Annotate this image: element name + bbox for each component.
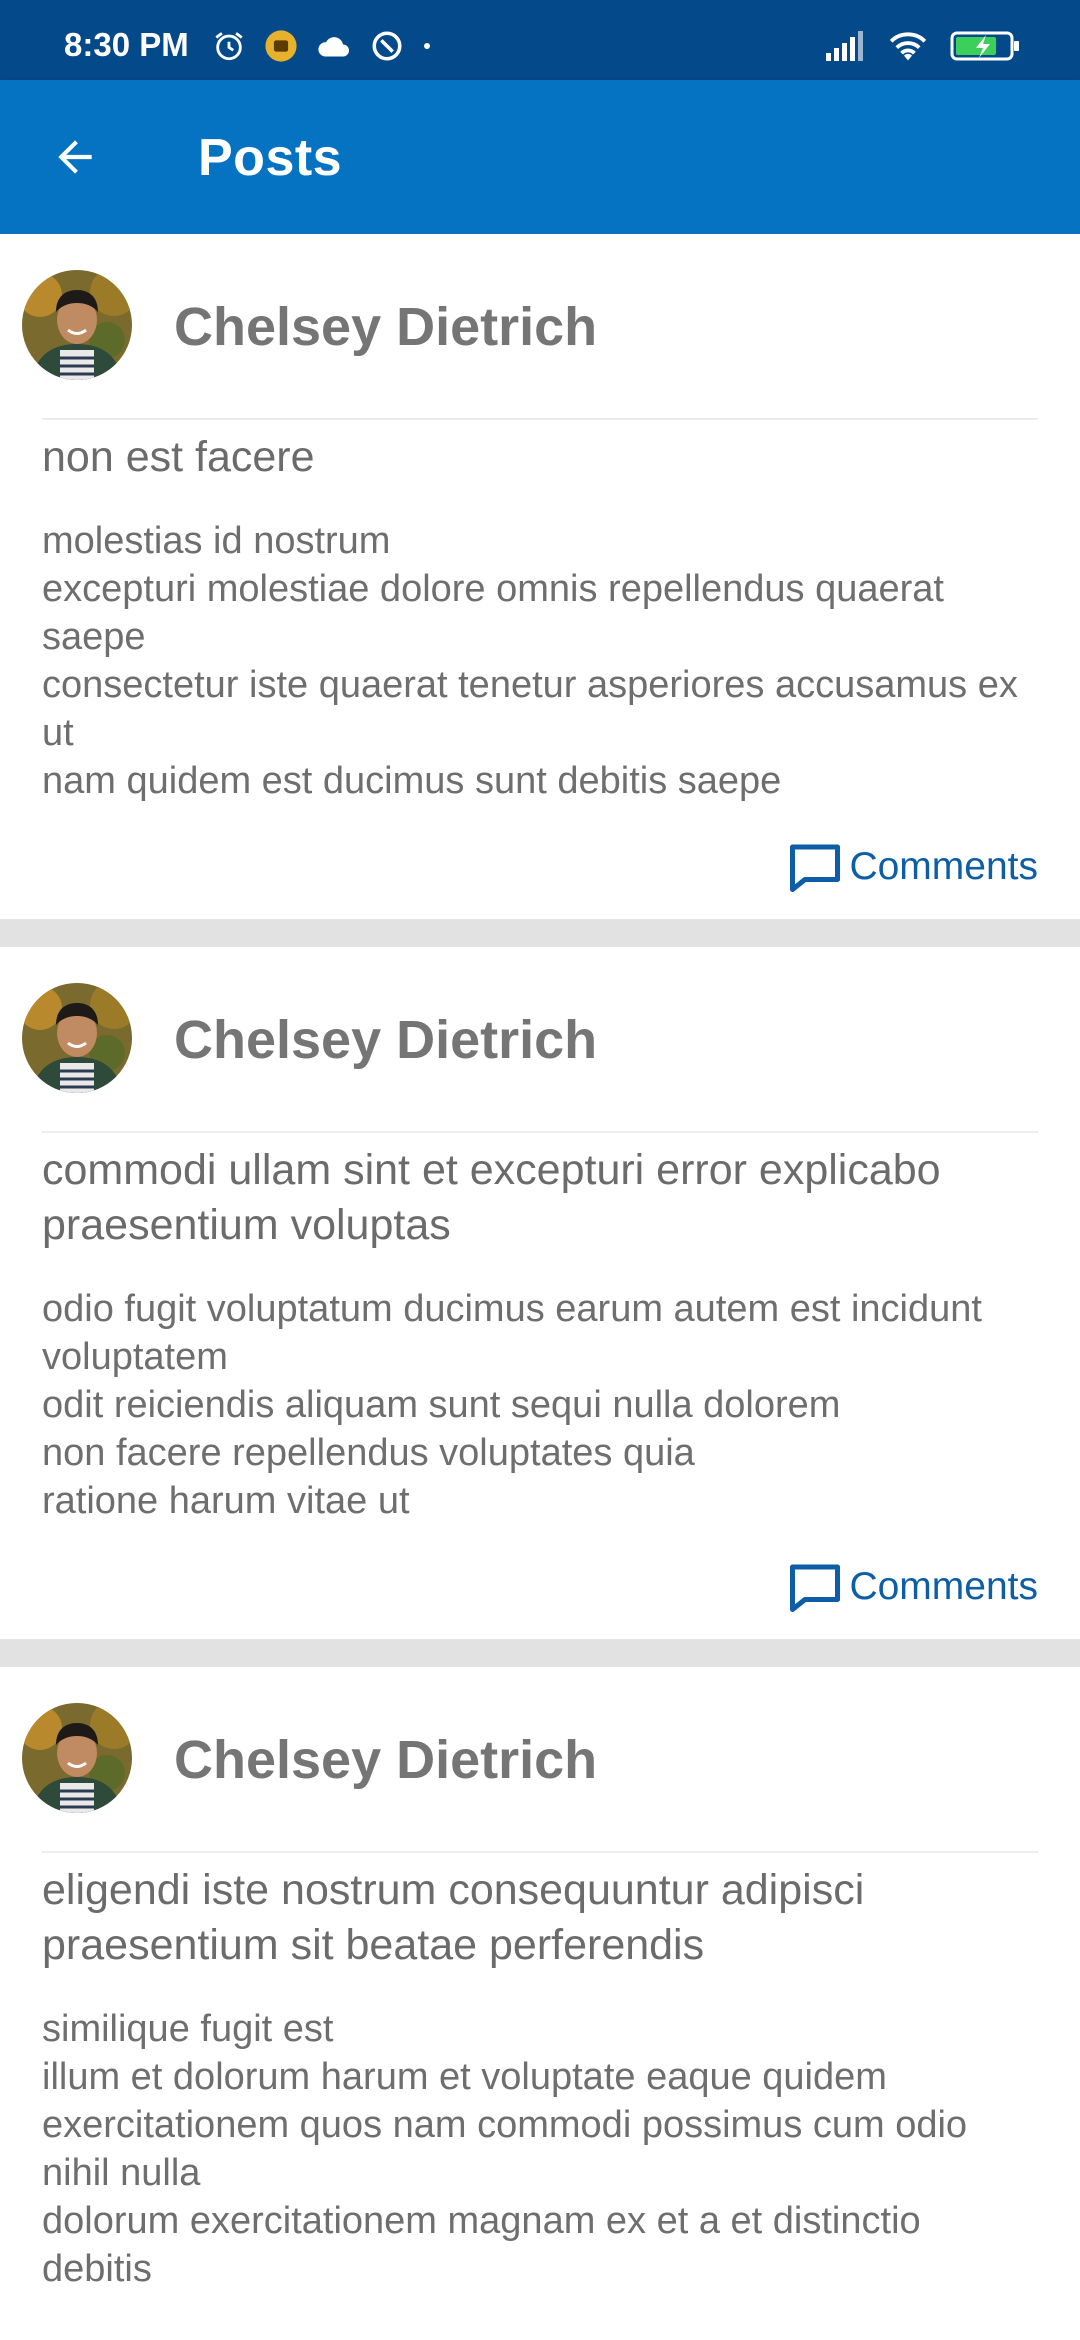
arrow-back-icon xyxy=(58,140,92,174)
status-notification-icons xyxy=(212,28,432,64)
post-title: commodi ullam sint et excepturi error ex… xyxy=(42,1146,941,1249)
status-time: 8:30 PM xyxy=(64,26,189,63)
post-card: Chelsey Dietrich commodi ullam sint et e… xyxy=(0,947,1080,1639)
post-title: non est facere xyxy=(42,433,315,481)
post-header: Chelsey Dietrich xyxy=(0,234,1080,418)
avatar xyxy=(22,1703,132,1813)
post-title: eligendi iste nostrum consequuntur adipi… xyxy=(42,1866,865,1969)
post-author: Chelsey Dietrich xyxy=(174,1730,598,1790)
post-card: Chelsey Dietrich eligendi iste nostrum c… xyxy=(0,1667,1080,2293)
post-card: Chelsey Dietrich non est facere molestia… xyxy=(0,234,1080,919)
avatar xyxy=(22,983,132,1093)
post-separator xyxy=(0,1639,1080,1667)
divider xyxy=(42,1851,1038,1853)
comment-icon xyxy=(790,844,841,892)
avatar xyxy=(22,270,132,380)
signal-icon xyxy=(826,31,863,61)
post-author: Chelsey Dietrich xyxy=(174,297,598,357)
post-footer: Comments xyxy=(0,827,1080,919)
post-body: odio fugit voluptatum ducimus earum aute… xyxy=(42,1288,982,1522)
comments-label: Comments xyxy=(849,1565,1038,1608)
post-header: Chelsey Dietrich xyxy=(0,1667,1080,1851)
post-footer: Comments xyxy=(0,1547,1080,1639)
divider xyxy=(42,418,1038,420)
comments-button[interactable]: Comments xyxy=(785,1557,1038,1617)
back-button[interactable] xyxy=(40,122,110,192)
wifi-icon xyxy=(889,32,927,61)
more-notifications-dot-icon xyxy=(424,43,430,49)
post-body: molestias id nostrum excepturi molestiae… xyxy=(42,520,1018,802)
alarm-icon xyxy=(215,32,243,61)
comments-label: Comments xyxy=(849,845,1038,888)
post-body: similique fugit est illum et dolorum har… xyxy=(42,2008,968,2290)
status-bar: 8:30 PM xyxy=(0,0,1080,80)
avatar-photo xyxy=(22,983,132,1093)
cloud-icon xyxy=(318,37,349,57)
post-separator xyxy=(0,919,1080,947)
app-notification-icon xyxy=(265,30,297,62)
data-saver-icon xyxy=(372,31,402,61)
status-system-icons xyxy=(826,28,1020,64)
comments-button[interactable]: Comments xyxy=(785,837,1038,897)
app-bar: Posts xyxy=(0,80,1080,234)
post-author: Chelsey Dietrich xyxy=(174,1010,598,1070)
avatar-photo xyxy=(22,270,132,380)
avatar-photo xyxy=(22,1703,132,1813)
divider xyxy=(42,1131,1038,1133)
page-title: Posts xyxy=(198,129,343,187)
post-header: Chelsey Dietrich xyxy=(0,947,1080,1131)
posts-list: Chelsey Dietrich non est facere molestia… xyxy=(0,234,1080,2293)
comment-icon xyxy=(790,1564,841,1612)
battery-charging-icon xyxy=(950,31,1019,61)
